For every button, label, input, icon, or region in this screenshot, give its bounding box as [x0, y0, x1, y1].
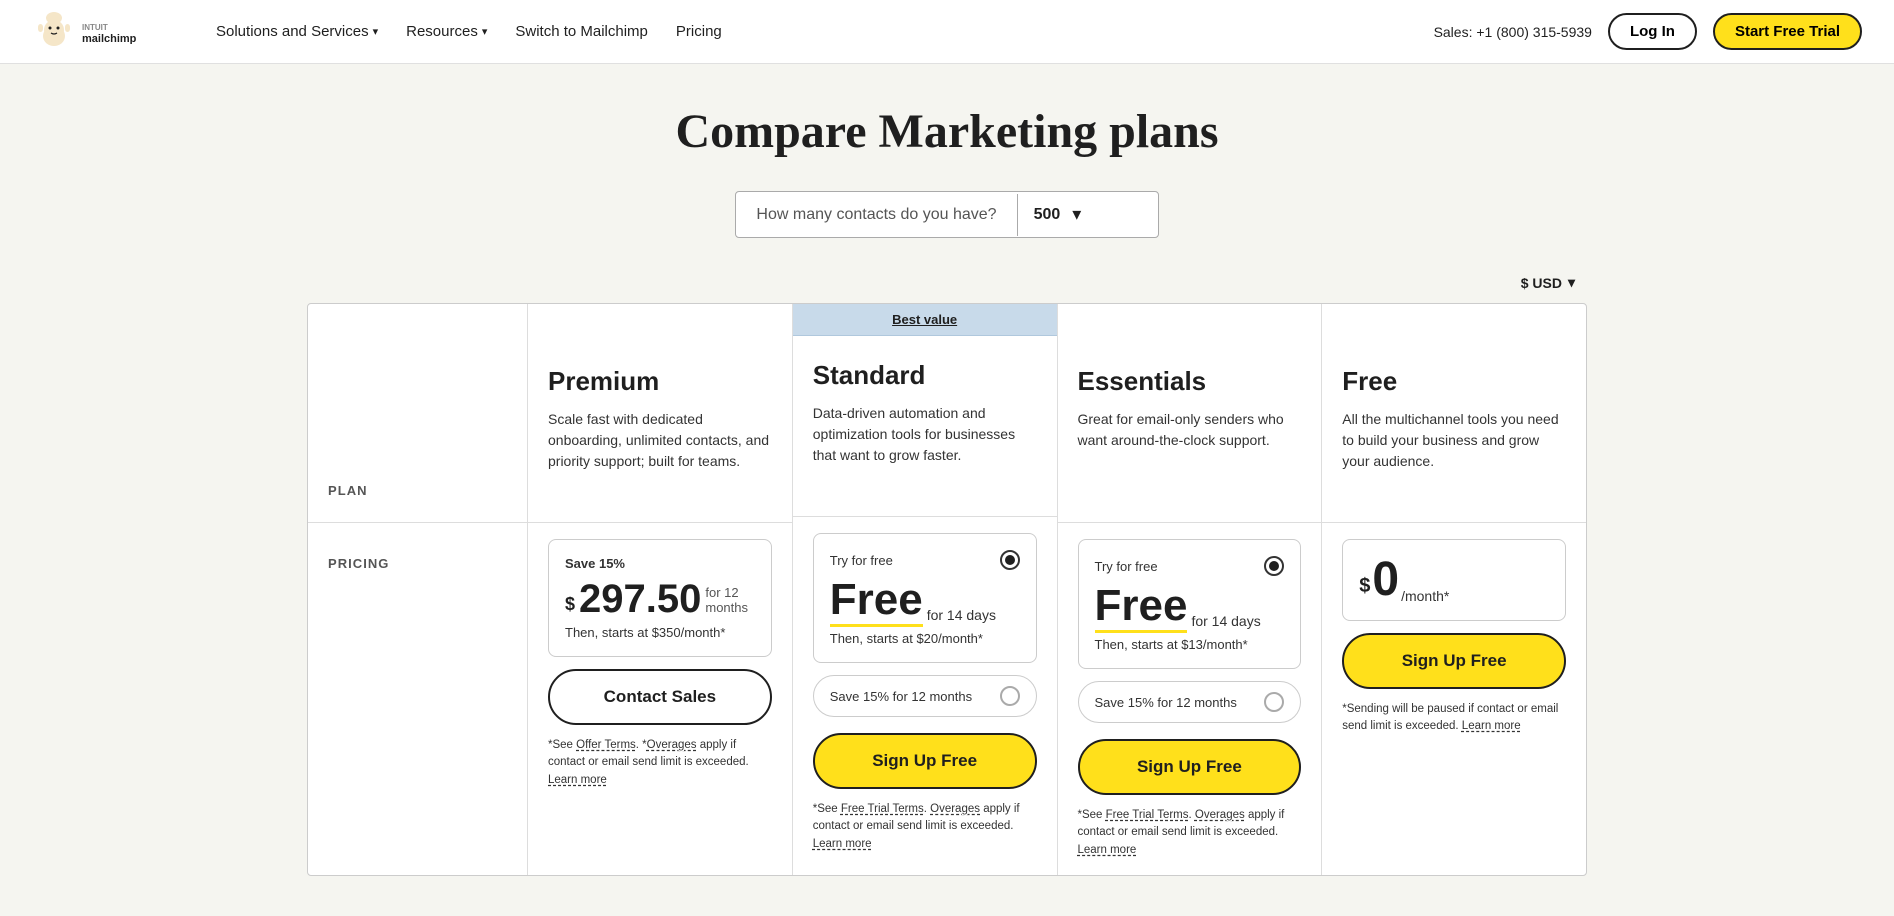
chevron-down-icon: ▾: [482, 25, 488, 38]
overages-link[interactable]: Overages: [930, 803, 980, 815]
plan-name-premium: Premium: [548, 366, 772, 397]
standard-then: Then, starts at $20/month*: [830, 631, 1020, 646]
standard-radio[interactable]: [1000, 550, 1020, 570]
essentials-save-row: Save 15% for 12 months: [1078, 681, 1302, 723]
free-trial-terms-link[interactable]: Free Trial Terms: [841, 803, 924, 815]
nav-resources[interactable]: Resources ▾: [394, 15, 499, 48]
essentials-pricing-card: Try for free Free for 14 days Then, star…: [1078, 539, 1302, 669]
chevron-down-icon: ▾: [1072, 204, 1081, 225]
currency-selector[interactable]: $ USD ▾: [1513, 270, 1583, 295]
page-title: Compare Marketing plans: [307, 104, 1587, 159]
premium-pricing-card: Save 15% $ 297.50 for 12 months Then, st…: [548, 539, 772, 657]
premium-then: Then, starts at $350/month*: [565, 625, 755, 640]
plans-table: PLAN PRICING Premium Scale fast with ded…: [307, 303, 1587, 876]
essentials-save-label: Save 15% for 12 months: [1095, 695, 1237, 710]
pricing-col-header: PRICING: [328, 556, 389, 571]
navbar: 🐒 INTUIT mailchimp Solutions and Service…: [0, 0, 1894, 64]
learn-more-link[interactable]: Learn more: [1462, 720, 1521, 732]
plan-col-standard: Best value Standard Data-driven automati…: [793, 304, 1058, 875]
login-button[interactable]: Log In: [1608, 13, 1697, 50]
standard-fine-print: *See Free Trial Terms. Overages apply if…: [813, 801, 1037, 853]
free-zero-dollar: $: [1359, 568, 1370, 604]
contact-label: How many contacts do you have?: [736, 194, 1017, 236]
chevron-down-icon: ▾: [373, 25, 379, 38]
contact-selector: How many contacts do you have? 500 ▾: [307, 191, 1587, 238]
premium-dollar: $: [565, 590, 575, 619]
plan-col-header: PLAN: [328, 483, 368, 498]
contact-value: 500: [1034, 206, 1061, 224]
standard-save-label: Save 15% for 12 months: [830, 689, 972, 704]
plan-desc-premium: Scale fast with dedicated onboarding, un…: [548, 409, 772, 472]
standard-free-text: Free: [830, 578, 923, 627]
learn-more-link[interactable]: Learn more: [813, 838, 872, 850]
contact-sales-button[interactable]: Contact Sales: [548, 669, 772, 725]
essentials-save-radio[interactable]: [1264, 692, 1284, 712]
plan-label-col: PLAN PRICING: [308, 304, 528, 875]
page-content: Compare Marketing plans How many contact…: [287, 64, 1607, 916]
essentials-then: Then, starts at $13/month*: [1095, 637, 1285, 652]
nav-pricing[interactable]: Pricing: [664, 15, 734, 48]
plan-desc-standard: Data-driven automation and optimization …: [813, 403, 1037, 466]
essentials-try-free: Try for free: [1095, 559, 1158, 574]
plan-col-essentials: Essentials Great for email-only senders …: [1058, 304, 1323, 875]
free-trial-terms-link[interactable]: Free Trial Terms: [1106, 809, 1189, 821]
start-trial-button[interactable]: Start Free Trial: [1713, 13, 1862, 50]
best-value-link[interactable]: Best value: [892, 312, 957, 327]
standard-save-radio[interactable]: [1000, 686, 1020, 706]
best-value-banner: Best value: [793, 304, 1057, 336]
free-pricing-card: $ 0 /month*: [1342, 539, 1566, 621]
learn-more-link[interactable]: Learn more: [548, 774, 607, 786]
plan-name-standard: Standard: [813, 360, 1037, 391]
free-zero-period: /month*: [1401, 588, 1449, 604]
logo[interactable]: 🐒 INTUIT mailchimp: [32, 10, 172, 54]
plan-name-free: Free: [1342, 366, 1566, 397]
plan-desc-free: All the multichannel tools you need to b…: [1342, 409, 1566, 472]
premium-fine-print: *See Offer Terms. *Overages apply if con…: [548, 737, 772, 789]
plan-col-premium: Premium Scale fast with dedicated onboar…: [528, 304, 793, 875]
svg-text:mailchimp: mailchimp: [82, 33, 137, 44]
essentials-fine-print: *See Free Trial Terms. Overages apply if…: [1078, 807, 1302, 859]
standard-pricing-card: Try for free Free for 14 days Then, star…: [813, 533, 1037, 663]
nav-solutions[interactable]: Solutions and Services ▾: [204, 15, 390, 48]
offer-terms-link[interactable]: Offer Terms: [576, 739, 636, 751]
premium-save-label: Save 15%: [565, 556, 755, 571]
free-fine-print: *Sending will be paused if contact or em…: [1342, 701, 1566, 736]
plan-desc-essentials: Great for email-only senders who want ar…: [1078, 409, 1302, 451]
nav-right: Sales: +1 (800) 315-5939 Log In Start Fr…: [1434, 13, 1862, 50]
premium-period: for 12 months: [705, 585, 754, 615]
overages-link[interactable]: Overages: [1195, 809, 1245, 821]
essentials-radio[interactable]: [1264, 556, 1284, 576]
plan-col-free: Free All the multichannel tools you need…: [1322, 304, 1586, 875]
standard-save-row: Save 15% for 12 months: [813, 675, 1037, 717]
svg-text:INTUIT: INTUIT: [82, 23, 108, 32]
overages-link[interactable]: Overages: [647, 739, 697, 751]
sales-phone: Sales: +1 (800) 315-5939: [1434, 24, 1592, 40]
plan-name-essentials: Essentials: [1078, 366, 1302, 397]
currency-row: $ USD ▾: [307, 270, 1587, 295]
learn-more-link[interactable]: Learn more: [1078, 844, 1137, 856]
standard-free-period: for 14 days: [927, 607, 996, 623]
standard-signup-button[interactable]: Sign Up Free: [813, 733, 1037, 789]
standard-try-free: Try for free: [830, 553, 893, 568]
currency-value: $ USD: [1521, 275, 1562, 291]
essentials-free-text: Free: [1095, 584, 1188, 633]
essentials-free-period: for 14 days: [1191, 613, 1260, 629]
nav-switch[interactable]: Switch to Mailchimp: [503, 15, 660, 48]
premium-amount: 297.50: [579, 579, 701, 619]
free-signup-button[interactable]: Sign Up Free: [1342, 633, 1566, 689]
essentials-signup-button[interactable]: Sign Up Free: [1078, 739, 1302, 795]
chevron-down-icon: ▾: [1568, 274, 1575, 291]
free-zero-amount: 0: [1372, 556, 1399, 604]
nav-links: Solutions and Services ▾ Resources ▾ Swi…: [204, 15, 1434, 48]
contact-count-select[interactable]: 500 ▾: [1018, 192, 1158, 237]
